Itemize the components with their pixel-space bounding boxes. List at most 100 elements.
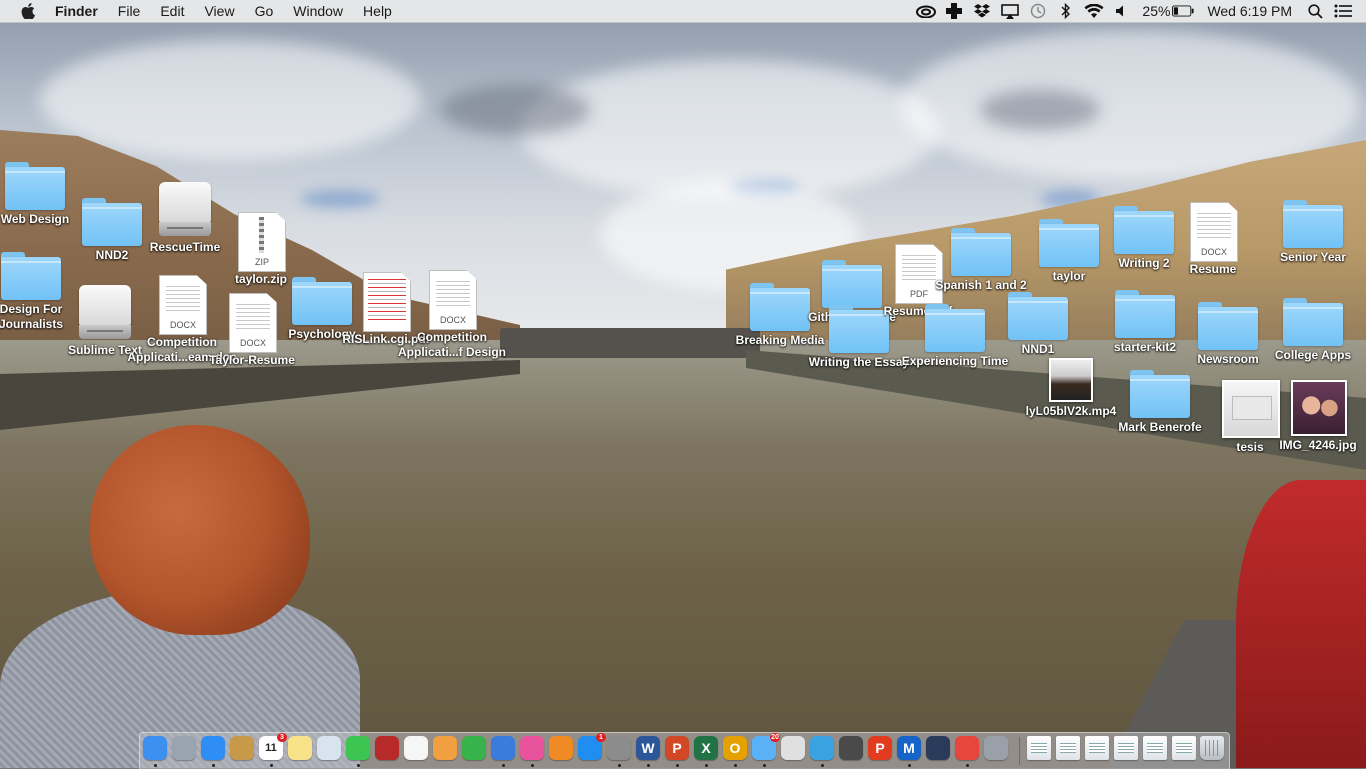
folder-icon[interactable] xyxy=(1008,292,1068,340)
app-store-icon[interactable]: 1 xyxy=(578,733,606,760)
menu-view[interactable]: View xyxy=(194,0,244,22)
desktop-item-label[interactable]: Breaking Media xyxy=(736,333,825,347)
menu-file[interactable]: File xyxy=(108,0,151,22)
launchpad-icon[interactable] xyxy=(172,736,196,760)
desktop-item-label[interactable]: Spanish 1 and 2 xyxy=(935,278,1026,292)
menu-edit[interactable]: Edit xyxy=(150,0,194,22)
folder-icon[interactable] xyxy=(1039,219,1099,267)
plus-cross-icon[interactable] xyxy=(943,0,965,22)
desktop-item-label[interactable]: Design For xyxy=(0,302,62,316)
bluetooth-icon[interactable] xyxy=(1055,0,1077,22)
dropbox-icon[interactable] xyxy=(971,0,993,22)
folder-icon[interactable] xyxy=(82,198,142,246)
desktop-item-label[interactable]: Mark Benerofe xyxy=(1118,420,1201,434)
desktop-item-label[interactable]: Writing the Essay xyxy=(809,355,909,369)
spotlight-search-icon[interactable] xyxy=(1304,0,1326,22)
self-service-icon[interactable] xyxy=(781,736,805,760)
word-icon[interactable]: W xyxy=(636,736,660,760)
trash-icon[interactable] xyxy=(1200,736,1224,760)
outlook-icon[interactable]: O xyxy=(723,736,747,760)
desktop-item-label[interactable]: lyL05blV2k.mp4 xyxy=(1026,404,1117,418)
wifi-icon[interactable] xyxy=(1083,0,1105,22)
folder-icon[interactable] xyxy=(1114,206,1174,254)
m-app-icon[interactable]: M xyxy=(897,736,921,760)
finder-icon[interactable] xyxy=(143,736,167,760)
window-app-icon[interactable] xyxy=(926,736,950,760)
desktop-item-label[interactable]: Newsroom xyxy=(1197,352,1258,366)
pdf-thumbnail-icon[interactable] xyxy=(363,272,411,332)
desktop-item-label[interactable]: tesis xyxy=(1236,440,1263,454)
photo-thumbnail-icon[interactable] xyxy=(1291,380,1347,436)
notebook-icon[interactable] xyxy=(230,736,254,760)
folder-icon[interactable] xyxy=(5,162,65,210)
desktop-item-label[interactable]: Senior Year xyxy=(1280,250,1346,264)
powerpoint-icon[interactable]: P xyxy=(665,736,689,760)
photo-booth-icon[interactable] xyxy=(375,736,399,760)
pages-icon[interactable] xyxy=(433,736,457,760)
desktop-item-label[interactable]: taylor xyxy=(1053,269,1086,283)
menu-app-finder[interactable]: Finder xyxy=(55,0,108,22)
acrobat-icon[interactable]: P xyxy=(868,736,892,760)
facetime-icon[interactable] xyxy=(346,736,370,760)
video-thumbnail-icon[interactable] xyxy=(1049,358,1093,402)
desktop-item-label[interactable]: taylor.zip xyxy=(235,272,287,286)
photos-icon[interactable] xyxy=(404,736,428,760)
desktop-item-label[interactable]: College Apps xyxy=(1275,348,1351,362)
screenshot-stack-icon[interactable] xyxy=(1114,736,1138,760)
desktop-item-label[interactable]: Web Design xyxy=(1,212,69,226)
notes-icon[interactable] xyxy=(288,736,312,760)
terminal-icon[interactable] xyxy=(839,736,863,760)
keynote-icon[interactable] xyxy=(491,736,515,760)
folder-icon[interactable] xyxy=(1198,302,1258,350)
docx-file-icon[interactable]: DOCX xyxy=(1190,202,1238,262)
folder-icon[interactable] xyxy=(1115,290,1175,338)
desktop-item-label-line2[interactable]: Applicati...f Design xyxy=(398,345,506,359)
docx-file-icon[interactable]: DOCX xyxy=(159,275,207,335)
folder-icon[interactable] xyxy=(1130,370,1190,418)
device-icon[interactable] xyxy=(984,736,1008,760)
chrome-icon[interactable] xyxy=(955,736,979,760)
messages-icon[interactable]: 20 xyxy=(752,733,780,760)
airplay-icon[interactable] xyxy=(999,0,1021,22)
desktop-item-label[interactable]: RescueTime xyxy=(150,240,220,254)
screenshot-stack-icon[interactable] xyxy=(1143,736,1167,760)
battery-icon[interactable] xyxy=(1172,0,1194,22)
folder-icon[interactable] xyxy=(829,305,889,353)
folder-icon[interactable] xyxy=(292,277,352,325)
folder-icon[interactable] xyxy=(1283,298,1343,346)
zip-file-icon[interactable]: ZIP xyxy=(238,212,286,272)
excel-icon[interactable]: X xyxy=(694,736,718,760)
ibooks-icon[interactable] xyxy=(549,736,573,760)
creative-cloud-icon[interactable] xyxy=(915,0,937,22)
menu-go[interactable]: Go xyxy=(245,0,284,22)
desktop-item-label[interactable]: NND2 xyxy=(96,248,129,262)
screenshot-stack-icon[interactable] xyxy=(1172,736,1196,760)
desktop-item-label[interactable]: starter-kit2 xyxy=(1114,340,1176,354)
screenshot-stack-icon[interactable] xyxy=(1056,736,1080,760)
folder-icon[interactable] xyxy=(1283,200,1343,248)
document-stack-icon[interactable] xyxy=(1027,736,1051,760)
desktop-item-label[interactable]: Competition xyxy=(417,330,487,344)
preview-icon[interactable] xyxy=(317,736,341,760)
battery-percent[interactable]: 25% xyxy=(1136,0,1176,22)
folder-icon[interactable] xyxy=(925,304,985,352)
time-machine-icon[interactable] xyxy=(1027,0,1049,22)
pdf-file-icon[interactable]: PDF xyxy=(895,244,943,304)
screenshot-stack-icon[interactable] xyxy=(1085,736,1109,760)
docx-file-icon[interactable]: DOCX xyxy=(229,293,277,353)
desktop-item-label[interactable]: IMG_4246.jpg xyxy=(1279,438,1356,452)
image-thumbnail-icon[interactable] xyxy=(1222,380,1280,438)
folder-icon[interactable] xyxy=(750,283,810,331)
safari-icon[interactable] xyxy=(201,736,225,760)
folder-icon[interactable] xyxy=(1,252,61,300)
menu-window[interactable]: Window xyxy=(283,0,353,22)
itunes-icon[interactable] xyxy=(520,736,544,760)
menu-help[interactable]: Help xyxy=(353,0,402,22)
menu-clock[interactable]: Wed 6:19 PM xyxy=(1197,0,1298,22)
desktop-item-label[interactable]: NND1 xyxy=(1022,342,1055,356)
desktop-item-label[interactable]: Taylor-Resume xyxy=(209,353,295,367)
desktop-item-label[interactable]: Experiencing Time xyxy=(902,354,1008,368)
desktop-item-label[interactable]: Resume xyxy=(1190,262,1237,276)
system-preferences-icon[interactable] xyxy=(607,736,631,760)
desktop-item-label-line2[interactable]: Journalists xyxy=(0,317,63,331)
